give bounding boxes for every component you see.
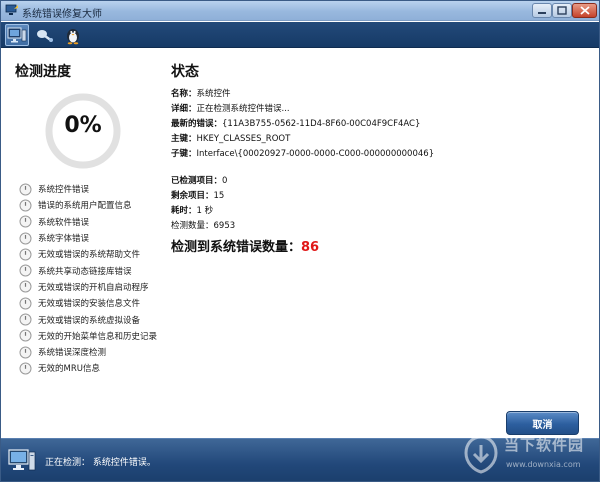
check-item-label: 系统软件错误 <box>38 217 90 228</box>
detail-field: 详细：正在检测系统控件错误... <box>171 102 290 114</box>
check-item-label: 无效或错误的安装信息文件 <box>38 299 141 310</box>
checked-items-label: 已检测项目： <box>171 176 223 186</box>
window-title: 系统错误修复大师 <box>22 9 102 20</box>
watermark-logo-icon <box>464 435 498 474</box>
check-item-label: 系统控件错误 <box>38 185 90 196</box>
errors-found-line: 检测到系统错误数量：86 <box>171 236 319 255</box>
remaining-items-field: 剩余项目：15 <box>171 189 224 201</box>
check-item-label: 无效的开始菜单信息和历史记录 <box>38 331 158 342</box>
status-title: 状态 <box>171 64 199 80</box>
check-item-label: 系统错误深度检测 <box>38 348 107 359</box>
check-item: 无效或错误的系统虚拟设备 <box>19 311 169 327</box>
latest-error-field: 最新的错误：{11A3B755-0562-11D4-8F60-00C04F9CF… <box>171 117 420 129</box>
remaining-items-label: 剩余项目： <box>171 191 214 201</box>
pending-clock-icon <box>19 329 32 342</box>
check-item: 系统字体错误 <box>19 230 169 246</box>
app-window: 系统错误修复大师 检测进度 0% 系统控件错误 错误的系统用户配置信息 系统软件… <box>0 0 600 482</box>
pending-clock-icon <box>19 264 32 277</box>
subkey-label: 子键： <box>171 149 197 159</box>
check-item: 系统控件错误 <box>19 181 169 197</box>
latest-error-label: 最新的错误： <box>171 119 223 129</box>
name-field: 名称：系统控件 <box>171 87 231 99</box>
check-item: 无效或错误的系统帮助文件 <box>19 246 169 262</box>
check-item: 错误的系统用户配置信息 <box>19 197 169 213</box>
pending-clock-icon <box>19 297 32 310</box>
check-item: 系统错误深度检测 <box>19 344 169 360</box>
penguin-icon <box>67 29 79 45</box>
minimize-icon <box>538 11 546 14</box>
check-item: 无效的开始菜单信息和历史记录 <box>19 328 169 344</box>
checked-items-field: 已检测项目：0 <box>171 174 227 186</box>
close-icon <box>579 6 590 15</box>
maximize-button[interactable] <box>552 3 572 18</box>
pending-clock-icon <box>19 313 32 326</box>
errors-found-count: 86 <box>301 240 320 255</box>
pending-clock-icon <box>19 199 32 212</box>
pending-clock-icon <box>19 183 32 196</box>
watermark: 当下软件园 www.downxia.com <box>462 432 594 480</box>
check-item-label: 无效或错误的系统虚拟设备 <box>38 315 141 326</box>
check-item: 无效或错误的安装信息文件 <box>19 295 169 311</box>
toolbar <box>1 22 599 48</box>
progress-percent: 0% <box>64 113 102 138</box>
key-label: 主键： <box>171 134 197 144</box>
pending-clock-icon <box>19 248 32 261</box>
detail-label: 详细： <box>171 104 197 114</box>
computer-scan-icon <box>7 27 27 43</box>
check-item-label: 系统共享动态链接库错误 <box>38 266 132 277</box>
check-list: 系统控件错误错误的系统用户配置信息 系统软件错误 系统字体错误无效或错误的系统帮助文… <box>19 181 169 377</box>
status-text: 正在检测： 系统控件错误。 <box>45 458 156 468</box>
pending-clock-icon <box>19 215 32 228</box>
subkey-field: 子键：Interface\{00020927-0000-0000-C000-00… <box>171 147 434 159</box>
subkey-value: Interface\{00020927-0000-0000-C000-00000… <box>196 149 435 159</box>
check-count-field: 检测数量：6953 <box>171 219 235 231</box>
close-button[interactable] <box>572 3 597 18</box>
elapsed-label: 耗时： <box>171 206 197 216</box>
tool-repair-button[interactable] <box>33 24 57 46</box>
check-item: 无效或错误的开机自启动程序 <box>19 279 169 295</box>
checked-items-value: 0 <box>222 176 228 186</box>
progress-title: 检测进度 <box>15 64 71 80</box>
check-item: 无效的MRU信息 <box>19 360 169 376</box>
check-item: 系统共享动态链接库错误 <box>19 262 169 278</box>
detail-value: 正在检测系统控件错误... <box>196 104 290 114</box>
name-value: 系统控件 <box>196 89 231 99</box>
minimize-button[interactable] <box>532 3 552 18</box>
tool-scan-button[interactable] <box>5 24 29 46</box>
tool-penguin-button[interactable] <box>61 24 85 46</box>
name-label: 名称： <box>171 89 197 99</box>
title-bar[interactable]: 系统错误修复大师 <box>1 1 599 21</box>
check-item-label: 无效的MRU信息 <box>38 364 100 375</box>
check-item-label: 无效或错误的开机自启动程序 <box>38 282 149 293</box>
pending-clock-icon <box>19 346 32 359</box>
check-item-label: 系统字体错误 <box>38 234 90 245</box>
elapsed-field: 耗时：1 秒 <box>171 204 213 216</box>
maximize-icon <box>557 6 567 15</box>
key-value: HKEY_CLASSES_ROOT <box>196 134 291 144</box>
pending-clock-icon <box>19 362 32 375</box>
errors-found-label: 检测到系统错误数量： <box>171 240 302 255</box>
check-item: 系统软件错误 <box>19 214 169 230</box>
latest-error-value: {11A3B755-0562-11D4-8F60-00C04F9CF4AC} <box>222 119 421 129</box>
check-item-label: 错误的系统用户配置信息 <box>38 201 132 212</box>
pending-clock-icon <box>19 280 32 293</box>
app-logo-icon <box>5 4 18 15</box>
check-count-label: 检测数量： <box>171 221 214 231</box>
computer-icon <box>8 449 36 471</box>
pending-clock-icon <box>19 232 32 245</box>
check-count-value: 6953 <box>213 221 236 231</box>
elapsed-value: 1 秒 <box>196 206 214 216</box>
repair-tool-icon <box>37 30 53 43</box>
watermark-url: www.downxia.com <box>506 460 581 469</box>
watermark-text: 当下软件园 <box>504 436 585 454</box>
key-field: 主键：HKEY_CLASSES_ROOT <box>171 132 290 144</box>
check-item-label: 无效或错误的系统帮助文件 <box>38 250 141 261</box>
remaining-items-value: 15 <box>213 191 225 201</box>
